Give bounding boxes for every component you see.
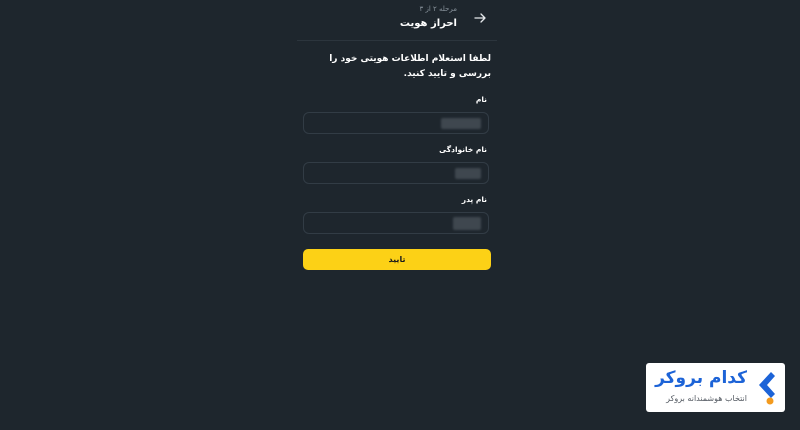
- page-title: احراز هویت: [399, 18, 457, 29]
- brand-name: کدام بروکر: [655, 368, 747, 388]
- step-indicator: مرحله ۲ از ۳: [419, 5, 457, 13]
- father-name-input[interactable]: [303, 212, 489, 234]
- chevron-left-logo-icon: [759, 372, 775, 405]
- brand-watermark: کدام بروکر انتخاب هوشمندانه بروکر: [646, 363, 785, 412]
- identity-verification-page: مرحله ۲ از ۳ احراز هویت لطفا استعلام اطل…: [0, 0, 800, 430]
- redacted-value: [441, 118, 481, 129]
- father-name-label: نام پدر: [461, 195, 487, 204]
- instructions-text: لطفا استعلام اطلاعات هویتی خود را بررسی …: [329, 54, 491, 79]
- page-header: مرحله ۲ از ۳ احراز هویت: [297, 0, 497, 41]
- redacted-value: [453, 217, 481, 230]
- confirm-button[interactable]: تایید: [303, 249, 491, 270]
- last-name-input[interactable]: [303, 162, 489, 184]
- first-name-label: نام: [475, 95, 487, 104]
- last-name-label: نام خانوادگی: [439, 145, 487, 154]
- brand-tagline: انتخاب هوشمندانه بروکر: [666, 394, 747, 403]
- redacted-value: [455, 168, 481, 179]
- first-name-input[interactable]: [303, 112, 489, 134]
- back-button[interactable]: [473, 11, 487, 25]
- arrow-right-icon: [474, 13, 486, 23]
